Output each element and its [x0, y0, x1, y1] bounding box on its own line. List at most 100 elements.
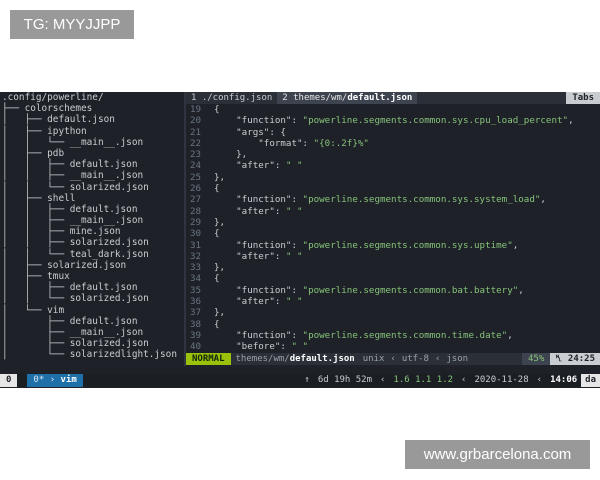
file-encoding: utf-8: [401, 354, 429, 364]
tree-line[interactable]: │ └── vim: [0, 305, 184, 316]
tab-config[interactable]: 1 ./config.json: [186, 92, 277, 104]
tree-line[interactable]: │ │ ├── __main__.json: [0, 170, 184, 181]
code-line[interactable]: 24 "after": " ": [186, 160, 600, 171]
code-line[interactable]: 20 "function": "powerline.segments.commo…: [186, 115, 600, 126]
code-line[interactable]: 27 "function": "powerline.segments.commo…: [186, 194, 600, 205]
tree-line[interactable]: │ ├── solarized.json: [0, 260, 184, 271]
statusline-file: themes/wm/default.json: [235, 354, 355, 364]
tree-line[interactable]: │ │ └── __main__.json: [0, 137, 184, 148]
line-number: 22: [190, 137, 202, 149]
code-text: },: [214, 149, 248, 161]
tmux-load: 1.6 1.1 1.2: [393, 375, 454, 385]
chevron-left-icon: ‹: [434, 354, 441, 364]
tree-line[interactable]: │ ├── solarized.json: [0, 338, 184, 349]
line-number: 23: [190, 149, 202, 161]
tree-line[interactable]: │ ├── shell: [0, 193, 184, 204]
code-line[interactable]: 25},: [186, 172, 600, 183]
tree-line[interactable]: │ ├── __main__.json: [0, 327, 184, 338]
line-number: 20: [190, 115, 202, 127]
tree-line[interactable]: │ │ ├── mine.json: [0, 226, 184, 237]
tmux-status-bar: 0 0* › vim ↑ 6d 19h 52m ‹ 1.6 1.1 1.2 ‹ …: [0, 374, 600, 387]
tmux-uptime: 6d 19h 52m: [317, 375, 372, 385]
line-number: 35: [190, 284, 202, 296]
line-number: 38: [190, 318, 202, 330]
code-text: "function": "powerline.segments.common.b…: [236, 284, 524, 296]
tree-line[interactable]: │ ├── pdb: [0, 148, 184, 159]
code-text: },: [214, 262, 226, 274]
tree-line[interactable]: .config/powerline/: [0, 92, 184, 103]
code-line[interactable]: 37},: [186, 307, 600, 318]
code-line[interactable]: 28 "after": " ": [186, 206, 600, 217]
code-text: },: [214, 216, 226, 228]
watermark-tag: TG: MYYJJPP: [10, 10, 134, 39]
code-line[interactable]: 22 "format": "{0:.2f}%": [186, 138, 600, 149]
tree-line[interactable]: │ ├── default.json: [0, 316, 184, 327]
tree-line[interactable]: │ │ ├── __main__.json: [0, 215, 184, 226]
code-text: {: [214, 104, 220, 115]
line-number: 24: [190, 160, 202, 172]
code-line[interactable]: 38 {: [186, 319, 600, 330]
code-line[interactable]: 30 {: [186, 228, 600, 239]
line-number: 30: [190, 228, 202, 240]
tab-default-json[interactable]: 2 themes/wm/default.json: [277, 92, 418, 104]
tree-line[interactable]: │ │ └── solarized.json: [0, 182, 184, 193]
line-number: 39: [190, 329, 202, 341]
scroll-percent: 45%: [522, 353, 551, 365]
file-format: unix: [362, 354, 385, 364]
mode-indicator: NORMAL: [186, 353, 231, 365]
code-line[interactable]: 23 },: [186, 149, 600, 160]
chevron-left-icon: ‹: [390, 354, 396, 364]
tree-line[interactable]: │ ├── default.json: [0, 114, 184, 125]
tmux-session[interactable]: 0: [0, 374, 18, 387]
code-text: {: [214, 318, 220, 330]
file-tree-pane[interactable]: .config/powerline/├── colorschemes │ ├── …: [0, 92, 184, 364]
tmux-time: 14:06: [550, 375, 578, 385]
line-number: 37: [190, 307, 202, 319]
uptime-icon: ↑: [304, 375, 310, 385]
code-line[interactable]: 33},: [186, 262, 600, 273]
line-icon: ␤: [555, 354, 568, 364]
code-line[interactable]: 21 "args": {: [186, 127, 600, 138]
editor-pane[interactable]: 1 ./config.json 2 themes/wm/default.json…: [186, 92, 600, 356]
code-text: {: [214, 273, 220, 285]
tree-line[interactable]: │ │ ├── default.json: [0, 282, 184, 293]
watermark-site: www.grbarcelona.com: [405, 440, 590, 469]
code-text: "before": " ": [236, 341, 309, 353]
code-area[interactable]: 19 {20 "function": "powerline.segments.co…: [186, 104, 600, 353]
tree-line[interactable]: │ │ ├── solarized.json: [0, 237, 184, 248]
code-line[interactable]: 35 "function": "powerline.segments.commo…: [186, 285, 600, 296]
code-line[interactable]: 31 "function": "powerline.segments.commo…: [186, 240, 600, 251]
line-number: 27: [190, 194, 202, 206]
code-line[interactable]: 29},: [186, 217, 600, 228]
code-line[interactable]: 26 {: [186, 183, 600, 194]
tree-line[interactable]: ├── colorschemes: [0, 103, 184, 114]
tree-line[interactable]: │ ├── ipython: [0, 126, 184, 137]
code-line[interactable]: 36 "after": " ": [186, 296, 600, 307]
code-text: "function": "powerline.segments.common.s…: [236, 194, 546, 206]
code-text: "format": "{0:.2f}%": [258, 137, 369, 149]
code-line[interactable]: 39 "function": "powerline.segments.commo…: [186, 330, 600, 341]
tabline: 1 ./config.json 2 themes/wm/default.json…: [186, 92, 600, 104]
tree-line[interactable]: :: [0, 361, 184, 365]
tmux-window[interactable]: 0* › vim: [27, 374, 83, 387]
code-line[interactable]: 40 "before": " ": [186, 341, 600, 352]
code-text: "after": " ": [236, 250, 303, 262]
tree-line[interactable]: │ │ ├── default.json: [0, 204, 184, 215]
line-number: 33: [190, 262, 202, 274]
code-line[interactable]: 32 "after": " ": [186, 251, 600, 262]
chevron-right-icon: ›: [49, 375, 56, 385]
code-text: "function": "powerline.segments.common.s…: [236, 115, 574, 127]
code-line[interactable]: 19 {: [186, 104, 600, 115]
tree-line[interactable]: │ │ └── solarized.json: [0, 293, 184, 304]
tree-line[interactable]: │ │ ├── default.json: [0, 159, 184, 170]
line-number: 28: [190, 205, 202, 217]
code-line[interactable]: 34 {: [186, 273, 600, 284]
tree-line[interactable]: │ │ └── teal_dark.json: [0, 249, 184, 260]
terminal-window[interactable]: .config/powerline/├── colorschemes │ ├── …: [0, 92, 600, 388]
tree-line[interactable]: │ ├── tmux: [0, 271, 184, 282]
tree-line[interactable]: │ └── solarizedlight.json: [0, 349, 184, 360]
code-text: "args": {: [236, 126, 286, 138]
line-number: 21: [190, 126, 202, 138]
file-type: json: [446, 354, 469, 364]
line-number: 36: [190, 296, 202, 308]
